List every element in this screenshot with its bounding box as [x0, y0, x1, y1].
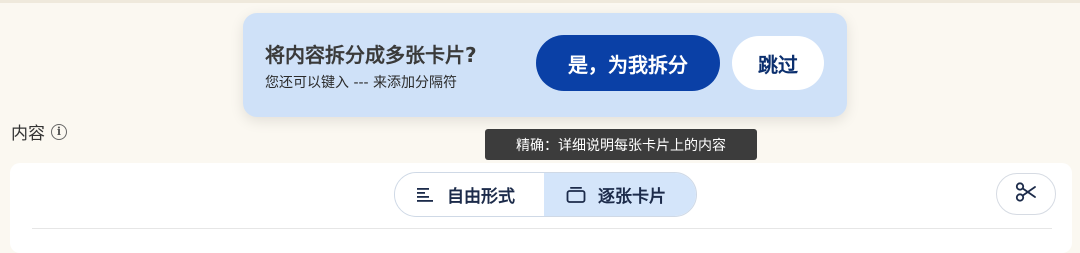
info-icon[interactable]: i	[51, 123, 67, 140]
split-prompt-hint: 您还可以键入 --- 来添加分隔符	[265, 75, 458, 91]
mode-freeform-option[interactable]: 自由形式	[395, 173, 544, 216]
editor-divider	[32, 228, 1052, 229]
content-label-text: 内容	[11, 124, 45, 144]
mode-toggle: 自由形式 逐张卡片	[394, 172, 697, 217]
split-prompt-title: 将内容拆分成多张卡片?	[265, 43, 477, 67]
top-border	[0, 0, 1080, 3]
content-editor: 自由形式 逐张卡片	[10, 163, 1072, 253]
card-stack-icon	[566, 185, 586, 205]
split-scissors-button[interactable]	[996, 173, 1056, 215]
tooltip: 精确：详细说明每张卡片上的内容	[485, 129, 757, 160]
mode-card-by-card-option[interactable]: 逐张卡片	[544, 173, 696, 216]
mode-card-label: 逐张卡片	[598, 187, 666, 207]
skip-button[interactable]: 跳过	[732, 36, 824, 90]
mode-freeform-label: 自由形式	[447, 187, 515, 207]
scissors-icon	[1015, 181, 1037, 207]
confirm-split-button[interactable]: 是，为我拆分	[536, 35, 720, 91]
split-suggestion-banner: 将内容拆分成多张卡片? 您还可以键入 --- 来添加分隔符 是，为我拆分 跳过	[243, 13, 847, 117]
content-section-label: 内容 i	[11, 119, 67, 144]
text-align-left-icon	[415, 185, 435, 205]
